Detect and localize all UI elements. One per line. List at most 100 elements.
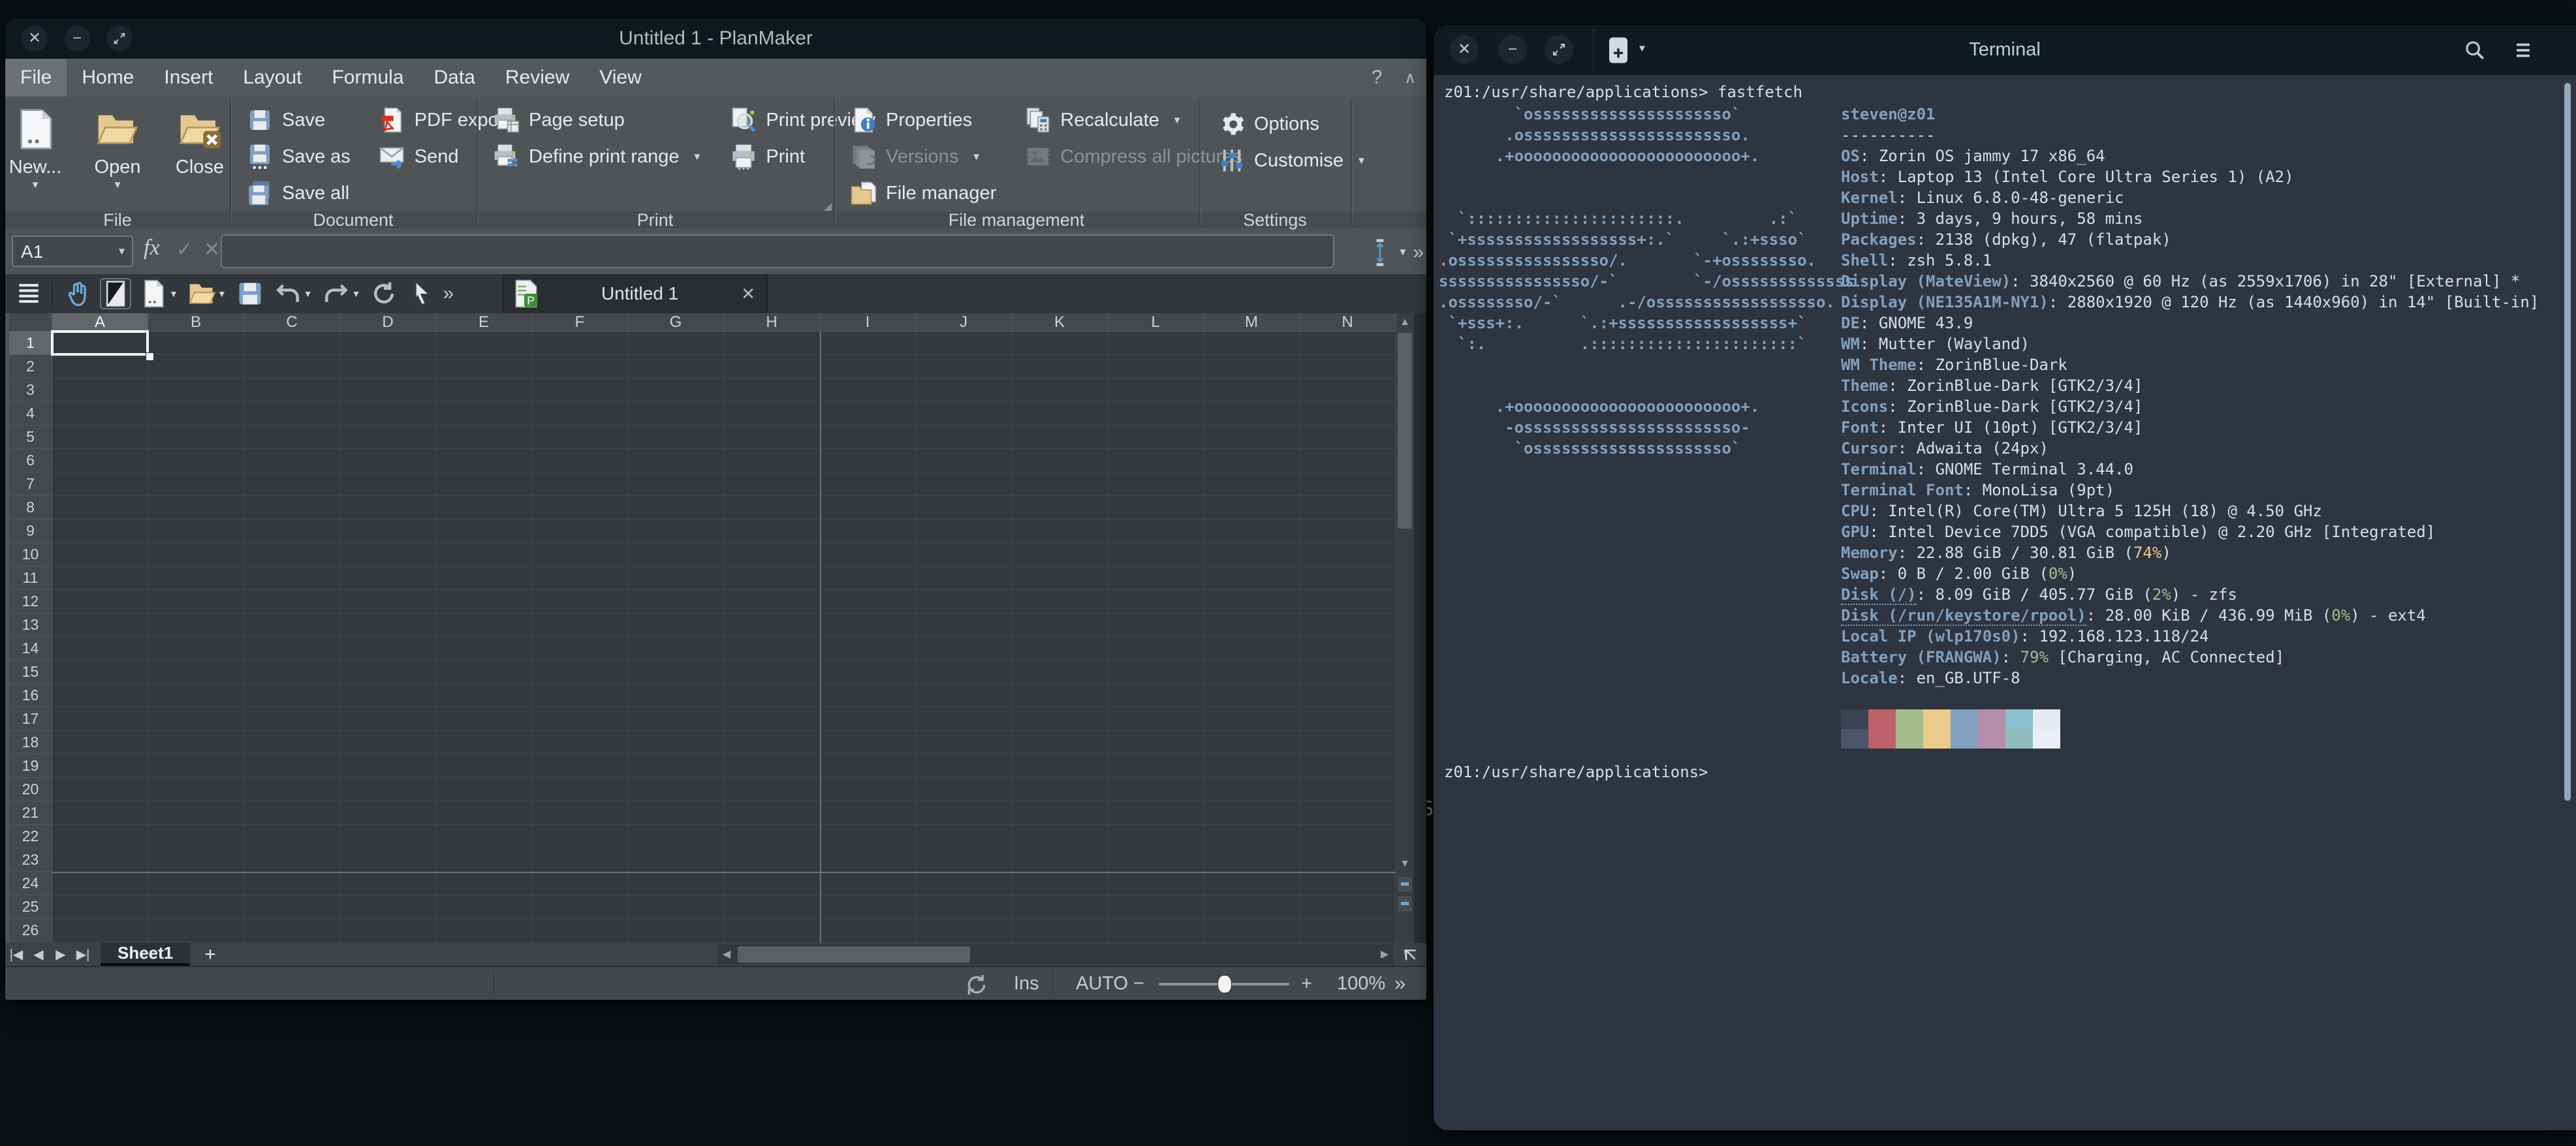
- grid-cell[interactable]: [532, 332, 628, 355]
- grid-cell[interactable]: [52, 379, 148, 402]
- grid-cell[interactable]: [436, 754, 532, 778]
- grid-cell[interactable]: [436, 472, 532, 496]
- properties-button[interactable]: Properties: [851, 107, 996, 133]
- grid-cell[interactable]: [244, 519, 340, 543]
- menu-tab-view[interactable]: View: [584, 59, 656, 97]
- grid-cell[interactable]: [340, 519, 436, 543]
- grid-cell[interactable]: [244, 613, 340, 637]
- grid-cell[interactable]: [436, 496, 532, 519]
- grid-cell[interactable]: [52, 919, 148, 942]
- grid-cell[interactable]: [340, 895, 436, 919]
- grid-cell[interactable]: [244, 895, 340, 919]
- grid-cell[interactable]: [916, 472, 1012, 496]
- grid-cell[interactable]: [724, 848, 820, 872]
- grid-cell[interactable]: [1108, 426, 1204, 449]
- row-header-6[interactable]: 6: [9, 449, 52, 472]
- grid-cell[interactable]: [820, 919, 916, 942]
- grid-cell[interactable]: [628, 778, 724, 801]
- grid-cell[interactable]: [916, 895, 1012, 919]
- grid-cell[interactable]: [1108, 637, 1204, 660]
- grid-cell[interactable]: [1204, 801, 1300, 825]
- grid-cell[interactable]: [820, 848, 916, 872]
- grid-cell[interactable]: [244, 590, 340, 613]
- row-header-18[interactable]: 18: [9, 731, 52, 754]
- grid-cell[interactable]: [820, 402, 916, 426]
- grid-cell[interactable]: [724, 660, 820, 684]
- grid-cell[interactable]: [340, 590, 436, 613]
- column-header-i[interactable]: I: [820, 313, 916, 332]
- menu-tab-insert[interactable]: Insert: [149, 59, 228, 97]
- column-header-m[interactable]: M: [1204, 313, 1300, 332]
- grid-cell[interactable]: [1300, 825, 1396, 848]
- row-header-12[interactable]: 12: [9, 590, 52, 613]
- save-icon[interactable]: [236, 279, 264, 308]
- grid-cell[interactable]: [916, 426, 1012, 449]
- grid-cell[interactable]: [436, 872, 532, 895]
- grid-cell[interactable]: [1300, 684, 1396, 707]
- grid-cell[interactable]: [1204, 825, 1300, 848]
- row-header-23[interactable]: 23: [9, 848, 52, 872]
- grid-cell[interactable]: [244, 426, 340, 449]
- grid-cell[interactable]: [1012, 684, 1108, 707]
- grid-cell[interactable]: [1108, 379, 1204, 402]
- chevron-down-icon[interactable]: ▼: [304, 288, 313, 299]
- grid-cell[interactable]: [916, 825, 1012, 848]
- row-header-21[interactable]: 21: [9, 801, 52, 825]
- grid-cell[interactable]: [1012, 731, 1108, 754]
- grid-cell[interactable]: [1300, 707, 1396, 731]
- grid-cell[interactable]: [1108, 543, 1204, 566]
- grid-cell[interactable]: [724, 519, 820, 543]
- grid-cell[interactable]: [532, 613, 628, 637]
- terminal-content[interactable]: z01:/usr/share/applications> fastfetch `…: [1434, 75, 2576, 1130]
- grid-cell[interactable]: [628, 496, 724, 519]
- grid-cell[interactable]: [52, 707, 148, 731]
- grid-cell[interactable]: [148, 801, 244, 825]
- grid-cell[interactable]: [1012, 707, 1108, 731]
- grid-cell[interactable]: [340, 566, 436, 590]
- grid-cell[interactable]: [148, 355, 244, 379]
- grid-cell[interactable]: [820, 872, 916, 895]
- menu-tab-data[interactable]: Data: [419, 59, 490, 97]
- open-icon[interactable]: [187, 279, 216, 308]
- grid-cell[interactable]: [52, 355, 148, 379]
- column-header-h[interactable]: H: [724, 313, 820, 332]
- grid-cell[interactable]: [724, 919, 820, 942]
- grid-cell[interactable]: [1300, 590, 1396, 613]
- grid-cell[interactable]: [820, 519, 916, 543]
- grid-cell[interactable]: [1012, 379, 1108, 402]
- grid-cell[interactable]: [532, 707, 628, 731]
- grid-cell[interactable]: [1204, 519, 1300, 543]
- grid-cell[interactable]: [628, 754, 724, 778]
- grid-cell[interactable]: [820, 613, 916, 637]
- grid-cell[interactable]: [52, 496, 148, 519]
- grid-cell[interactable]: [724, 566, 820, 590]
- grid-cell[interactable]: [532, 848, 628, 872]
- grid-cell[interactable]: [148, 684, 244, 707]
- grid-cell[interactable]: [1012, 848, 1108, 872]
- grid-cell[interactable]: [244, 778, 340, 801]
- horizontal-scrollbar-thumb[interactable]: [738, 946, 970, 963]
- grid-cell[interactable]: [52, 872, 148, 895]
- grid-cell[interactable]: [436, 778, 532, 801]
- grid-cell[interactable]: [628, 472, 724, 496]
- pointer-icon[interactable]: [407, 279, 436, 308]
- grid-cell[interactable]: [1012, 801, 1108, 825]
- grid-cell[interactable]: [340, 472, 436, 496]
- row-header-20[interactable]: 20: [9, 778, 52, 801]
- row-header-22[interactable]: 22: [9, 825, 52, 848]
- row-header-1[interactable]: 1: [9, 332, 52, 355]
- chevron-down-icon[interactable]: ▼: [169, 288, 178, 299]
- grid-cell[interactable]: [916, 449, 1012, 472]
- open-button[interactable]: Open▼: [87, 106, 148, 211]
- grid-cell[interactable]: [532, 566, 628, 590]
- grid-cell[interactable]: [340, 848, 436, 872]
- grid-cell[interactable]: [628, 848, 724, 872]
- grid-cell[interactable]: [724, 379, 820, 402]
- grid-cell[interactable]: [1012, 637, 1108, 660]
- grid-cell[interactable]: [52, 754, 148, 778]
- grid-cell[interactable]: [1012, 660, 1108, 684]
- grid-cell[interactable]: [340, 355, 436, 379]
- grid-cell[interactable]: [244, 332, 340, 355]
- grid-cell[interactable]: [1300, 778, 1396, 801]
- grid-cell[interactable]: [820, 731, 916, 754]
